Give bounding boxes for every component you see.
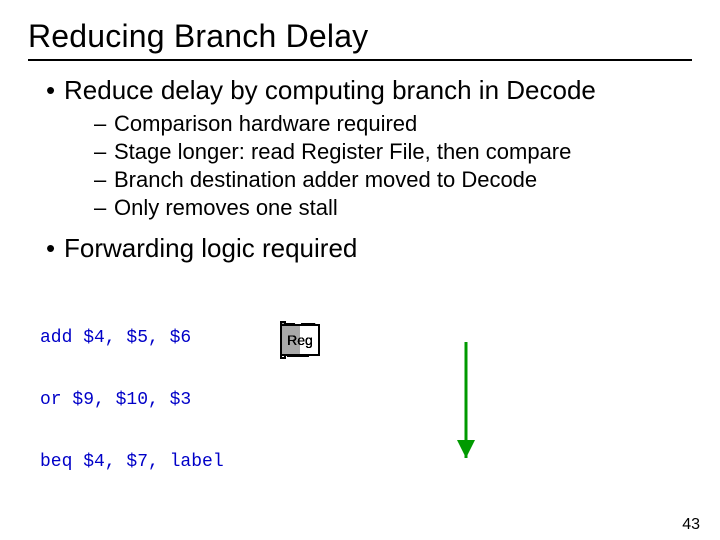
sub-b: Stage longer: read Register File, then c… xyxy=(94,138,692,166)
pipeline-diagram: IM Reg ALU DM Re xyxy=(280,318,710,518)
reg-label: Reg xyxy=(287,332,313,348)
bullet-list: Reduce delay by computing branch in Deco… xyxy=(28,75,692,264)
page-number: 43 xyxy=(682,516,700,534)
bullet-2: Forwarding logic required xyxy=(46,233,692,264)
slide-title: Reducing Branch Delay xyxy=(28,18,692,55)
bullet-1-text: Reduce delay by computing branch in Deco… xyxy=(64,75,596,105)
sub-d: Only removes one stall xyxy=(94,194,692,222)
slide: Reducing Branch Delay Reduce delay by co… xyxy=(0,0,720,540)
bullet-1: Reduce delay by computing branch in Deco… xyxy=(46,75,692,223)
reg-write-stage: Reg xyxy=(280,324,320,356)
code-line-2: or $9, $10, $3 xyxy=(40,390,191,410)
forwarding-arrow xyxy=(280,318,710,518)
code-line-1: add $4, $5, $6 xyxy=(40,328,191,348)
sub-bullet-list: Comparison hardware required Stage longe… xyxy=(64,110,692,223)
sub-a: Comparison hardware required xyxy=(94,110,692,138)
sub-c: Branch destination adder moved to Decode xyxy=(94,166,692,194)
title-underline xyxy=(28,59,692,61)
code-line-3: beq $4, $7, label xyxy=(40,452,224,472)
